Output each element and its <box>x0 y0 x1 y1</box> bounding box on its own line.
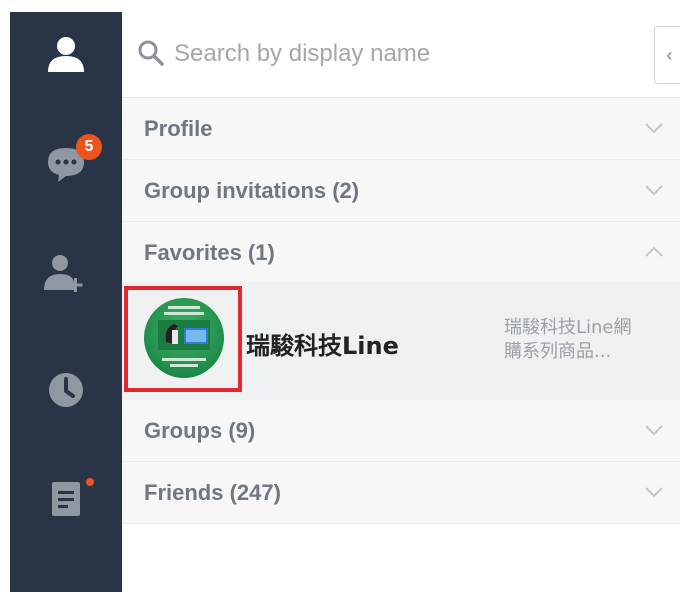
favorite-status-line-2: 購系列商品... <box>504 341 612 362</box>
favorite-contact-status: 瑞駿科技Line網 購系列商品... <box>504 316 674 364</box>
chevron-down-icon <box>645 487 663 498</box>
section-profile-title: Profile <box>144 116 213 141</box>
profile-nav-button[interactable] <box>10 24 122 84</box>
section-friends-title: Friends (247) <box>144 480 281 505</box>
profile-icon <box>48 37 84 72</box>
section-favorites-title: Favorites (1) <box>144 240 275 265</box>
avatar-highlight-frame <box>124 286 242 392</box>
favorite-contact-row[interactable]: 瑞駿科技Line 瑞駿科技Line網 購系列商品... <box>122 282 680 400</box>
notes-icon <box>52 482 80 516</box>
add-friend-icon <box>44 255 83 292</box>
section-group-invitations-title: Group invitations (2) <box>144 178 360 203</box>
favorite-status-line-1: 瑞駿科技Line網 <box>504 317 632 338</box>
notes-nav-button[interactable] <box>10 468 122 528</box>
friends-panel: ‹ Profile Group invitations (2) Favorite… <box>122 12 680 592</box>
section-group-invitations[interactable]: Group invitations (2) <box>122 160 680 222</box>
chats-nav-button[interactable]: 5 <box>10 134 122 194</box>
chats-unread-badge: 5 <box>76 134 102 160</box>
avatar[interactable] <box>144 298 224 378</box>
chevron-left-icon: ‹ <box>666 44 673 65</box>
section-groups-title: Groups (9) <box>144 418 256 443</box>
search-bar: ‹ <box>122 12 680 98</box>
section-friends[interactable]: Friends (247) <box>122 462 680 524</box>
notes-notification-dot <box>86 478 94 486</box>
add-friend-nav-button[interactable] <box>10 244 122 304</box>
timeline-nav-button[interactable] <box>10 360 122 420</box>
collapse-panel-button[interactable]: ‹ <box>654 26 680 84</box>
clock-icon <box>49 373 83 407</box>
section-groups[interactable]: Groups (9) <box>122 400 680 462</box>
section-favorites[interactable]: Favorites (1) <box>122 222 680 284</box>
section-profile[interactable]: Profile <box>122 98 680 160</box>
company-logo-image <box>158 306 210 367</box>
chevron-down-icon <box>645 185 663 196</box>
search-icon <box>138 40 164 66</box>
chevron-down-icon <box>645 123 663 134</box>
search-input[interactable] <box>174 34 594 74</box>
left-nav-rail: 5 <box>10 12 122 592</box>
favorite-contact-name: 瑞駿科技Line <box>246 332 399 360</box>
chevron-down-icon <box>645 425 663 436</box>
chevron-up-icon <box>645 246 663 257</box>
